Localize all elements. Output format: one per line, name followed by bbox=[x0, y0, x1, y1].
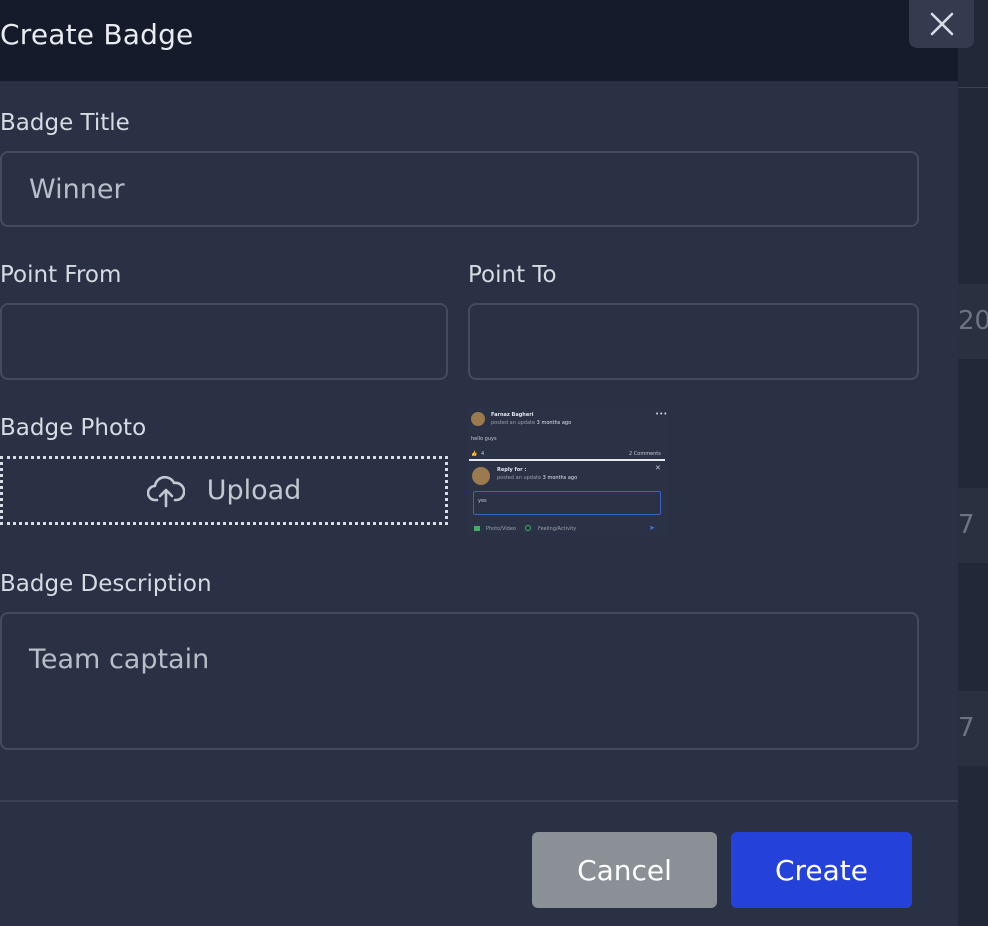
point-to-input[interactable] bbox=[468, 303, 919, 380]
modal-header: Create Badge bbox=[0, 0, 958, 81]
background-cell: 7 bbox=[958, 488, 988, 563]
like-icon: 👍 bbox=[471, 451, 478, 457]
feeling-icon bbox=[525, 525, 531, 531]
more-icon: ••• bbox=[655, 410, 667, 418]
badge-title-input[interactable] bbox=[0, 151, 919, 227]
preview-reply-to: Reply for : bbox=[497, 467, 527, 473]
badge-title-label: Badge Title bbox=[0, 110, 130, 136]
preview-divider bbox=[469, 459, 665, 461]
preview-action-photo: Photo/Video bbox=[486, 526, 516, 532]
preview-posted: posted an update 3 months ago bbox=[491, 420, 572, 426]
preview-author: Farnaz Bagheri bbox=[491, 412, 534, 418]
badge-photo-preview: Farnaz Bagheri posted an update 3 months… bbox=[467, 407, 667, 535]
cancel-button[interactable]: Cancel bbox=[532, 832, 717, 908]
photo-icon bbox=[474, 526, 480, 531]
point-from-label: Point From bbox=[0, 262, 122, 288]
background-divider bbox=[958, 87, 988, 88]
preview-action-feeling: Feeling/Activity bbox=[538, 526, 577, 532]
close-icon bbox=[929, 11, 955, 37]
reply-avatar bbox=[472, 467, 490, 485]
preview-likes: 4 bbox=[481, 451, 485, 457]
badge-description-label: Badge Description bbox=[0, 571, 212, 597]
create-badge-modal: Create Badge Badge Title Point From Poin… bbox=[0, 0, 958, 926]
badge-photo-label: Badge Photo bbox=[0, 415, 147, 441]
close-button[interactable] bbox=[909, 0, 974, 48]
author-avatar bbox=[471, 412, 485, 426]
background-page bbox=[958, 0, 988, 926]
preview-reply-posted: posted an update 3 months ago bbox=[497, 475, 578, 481]
modal-title: Create Badge bbox=[0, 18, 194, 51]
preview-close-icon: ✕ bbox=[655, 464, 661, 472]
preview-reply-input: yes bbox=[473, 491, 661, 515]
background-cell: 7 bbox=[958, 691, 988, 766]
point-from-input[interactable] bbox=[0, 303, 448, 380]
create-button[interactable]: Create bbox=[731, 832, 912, 908]
background-cell: 20 bbox=[958, 284, 988, 359]
footer-divider bbox=[0, 800, 958, 802]
badge-description-textarea[interactable]: Team captain bbox=[0, 612, 919, 750]
upload-label: Upload bbox=[206, 475, 302, 506]
cloud-upload-icon bbox=[146, 474, 185, 508]
point-to-label: Point To bbox=[468, 262, 557, 288]
upload-button[interactable]: Upload bbox=[0, 456, 448, 525]
preview-comments: 2 Comments bbox=[629, 451, 661, 457]
send-icon: ➤ bbox=[649, 524, 655, 532]
preview-text: hello guys bbox=[471, 436, 497, 442]
